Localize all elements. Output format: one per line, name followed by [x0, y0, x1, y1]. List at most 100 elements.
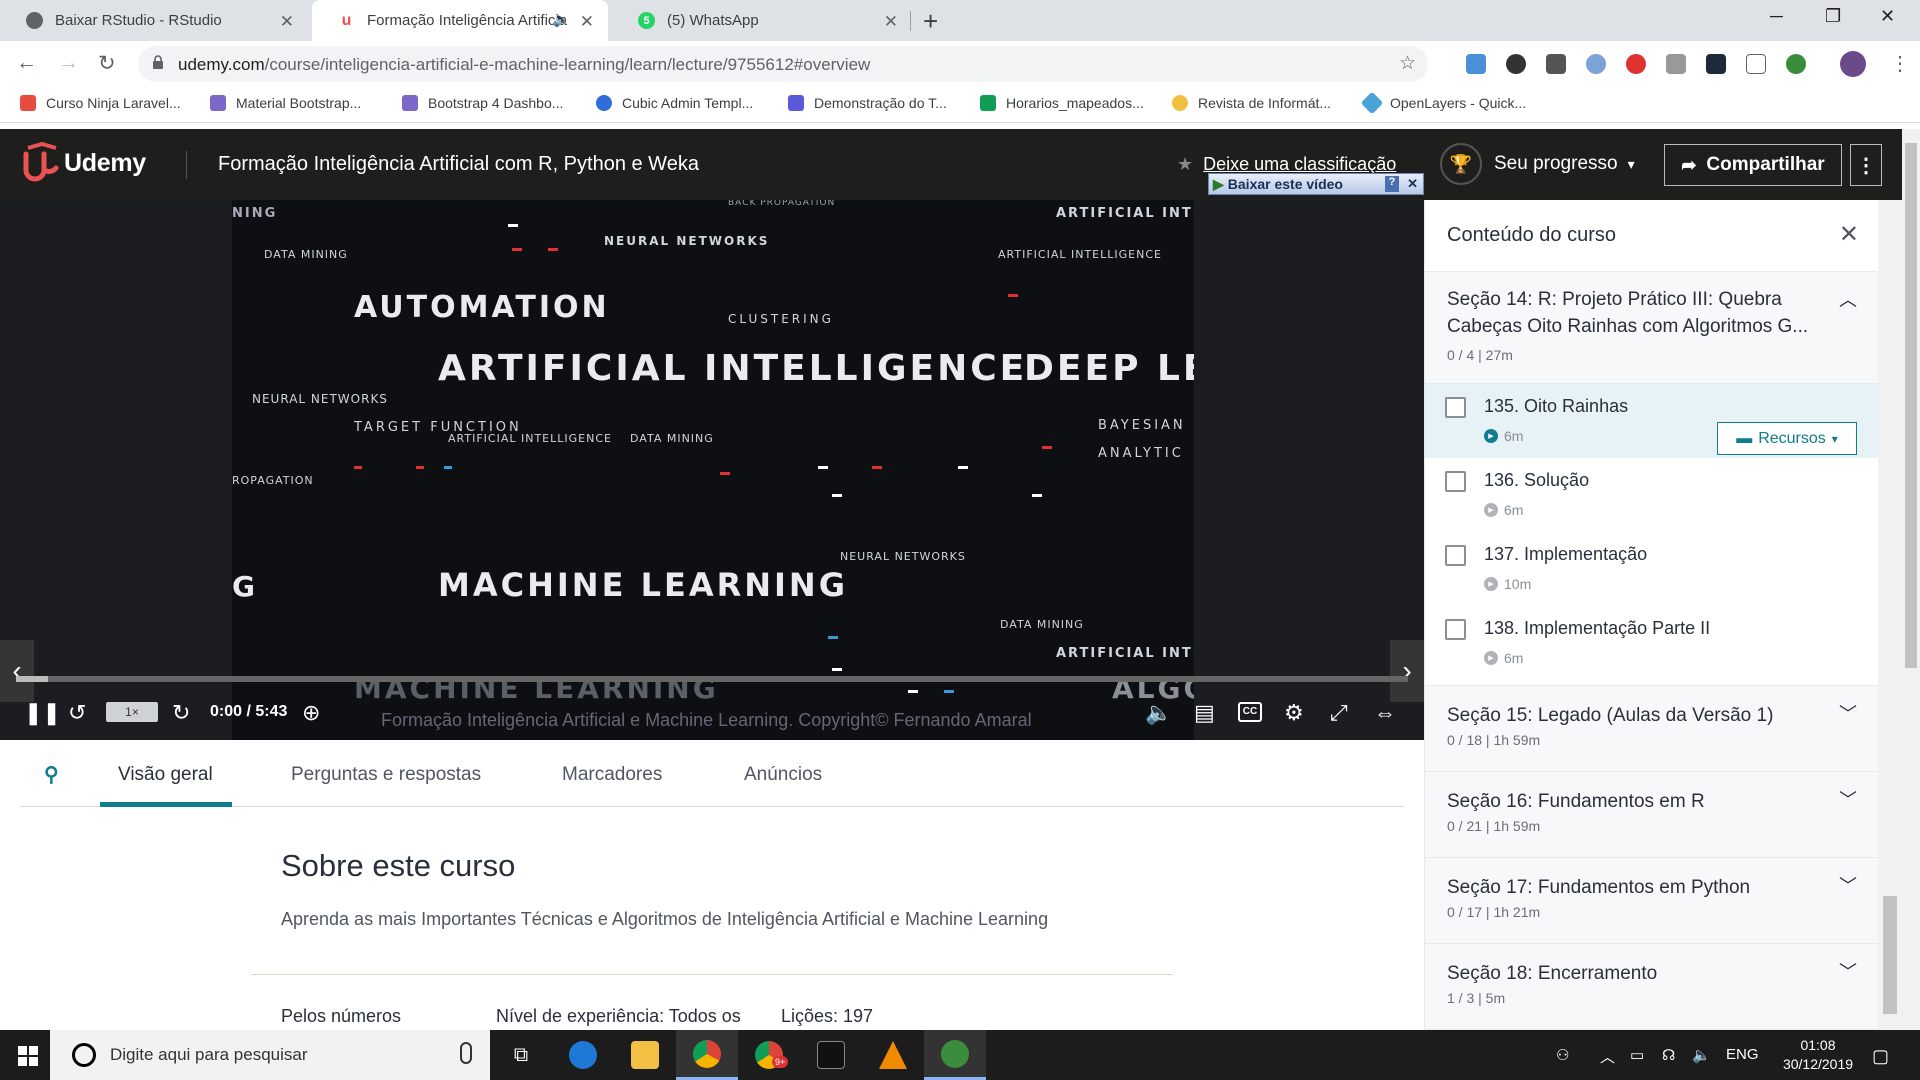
udemy-logo[interactable]: Udemy: [20, 142, 146, 184]
globe-app-icon[interactable]: [924, 1030, 986, 1080]
json-extension-icon[interactable]: [1746, 54, 1766, 74]
back-icon[interactable]: ←: [16, 51, 37, 75]
tab-rstudio[interactable]: Baixar RStudio - RStudio ✕: [0, 0, 308, 41]
chevron-down-icon[interactable]: ﹀: [1839, 786, 1857, 812]
volume-icon[interactable]: 🔈: [1145, 700, 1172, 726]
reload-icon[interactable]: ↻: [98, 51, 116, 76]
pause-icon[interactable]: ❚❚: [24, 700, 61, 726]
chrome-menu-icon[interactable]: ⋮: [1890, 51, 1910, 76]
tab-whatsapp[interactable]: 5 (5) WhatsApp ✕: [612, 0, 912, 41]
chevron-down-icon[interactable]: ﹀: [1839, 700, 1857, 726]
scrollbar-thumb[interactable]: [1883, 896, 1897, 1014]
minimize-icon[interactable]: ─: [1770, 6, 1783, 27]
lesson-item[interactable]: 135. Oito Rainhas ▶ 6m ▬ Recursos ▾: [1425, 384, 1878, 458]
more-options-icon[interactable]: ⋮: [1850, 144, 1882, 186]
task-view-icon[interactable]: ⧉: [490, 1030, 552, 1080]
bookmark-item[interactable]: Revista de Informát...: [1172, 95, 1331, 111]
extension-icon[interactable]: [1586, 54, 1606, 74]
video-player[interactable]: BACK PROPAGATION NING ARTIFICIAL INTELLI…: [0, 200, 1424, 740]
settings-gear-icon[interactable]: ⚙: [1284, 700, 1304, 726]
page-scrollbar[interactable]: [1902, 129, 1920, 1030]
network-icon[interactable]: ☊: [1662, 1046, 1675, 1064]
globe-extension-icon[interactable]: [1786, 54, 1806, 74]
terminal-icon[interactable]: [800, 1030, 862, 1080]
chevron-up-icon[interactable]: ︿: [1600, 1046, 1615, 1067]
section-15[interactable]: Seção 15: Legado (Aulas da Versão 1) 0 /…: [1425, 686, 1878, 772]
language-indicator[interactable]: ENG: [1726, 1046, 1759, 1063]
close-window-icon[interactable]: ✕: [1880, 6, 1895, 27]
lesson-checkbox[interactable]: [1445, 619, 1466, 640]
notifications-icon[interactable]: ▢: [1872, 1046, 1889, 1067]
facebook-extension-icon[interactable]: [1546, 54, 1566, 74]
help-icon[interactable]: ?: [1385, 176, 1399, 192]
tab-questions[interactable]: Perguntas e respostas: [291, 764, 481, 786]
people-icon[interactable]: ⚇: [1556, 1046, 1569, 1064]
chevron-down-icon[interactable]: ﹀: [1839, 958, 1857, 984]
microphone-icon[interactable]: [460, 1042, 472, 1064]
video-progress-bar[interactable]: [16, 676, 1408, 682]
forward-icon[interactable]: ↻: [172, 700, 190, 726]
taskbar-search[interactable]: Digite aqui para pesquisar: [50, 1030, 490, 1080]
tab-bookmarks[interactable]: Marcadores: [562, 764, 662, 786]
volume-icon[interactable]: 🔈: [1692, 1046, 1711, 1064]
react-extension-icon[interactable]: [1706, 54, 1726, 74]
profile-avatar[interactable]: [1840, 51, 1866, 77]
battery-icon[interactable]: ▭: [1630, 1046, 1644, 1064]
section-18[interactable]: Seção 18: Encerramento 1 / 3 | 5m ﹀: [1425, 944, 1878, 1030]
lesson-item[interactable]: 138. Implementação Parte II ▶ 6m: [1425, 606, 1878, 686]
playback-speed-button[interactable]: 1×: [106, 702, 158, 722]
fullscreen-icon[interactable]: ⤢: [1330, 700, 1348, 726]
bookmark-item[interactable]: Material Bootstrap...: [210, 95, 361, 111]
transcript-icon[interactable]: ▤: [1194, 700, 1215, 726]
section-16[interactable]: Seção 16: Fundamentos em R 0 / 21 | 1h 5…: [1425, 772, 1878, 858]
lesson-checkbox[interactable]: [1445, 545, 1466, 566]
lesson-checkbox[interactable]: [1445, 397, 1466, 418]
maximize-icon[interactable]: ❐: [1825, 6, 1841, 27]
extension-icon[interactable]: [1506, 54, 1526, 74]
vlc-icon[interactable]: [862, 1030, 924, 1080]
bookmark-item[interactable]: OpenLayers - Quick...: [1360, 91, 1526, 115]
windows-start-icon[interactable]: [18, 1046, 38, 1066]
rate-course-link[interactable]: ★ Deixe uma classificação: [1177, 154, 1396, 175]
download-extension-icon[interactable]: [1466, 54, 1486, 74]
close-tab-icon[interactable]: ✕: [280, 12, 294, 32]
close-tab-icon[interactable]: ✕: [884, 12, 898, 32]
section-17[interactable]: Seção 17: Fundamentos em Python 0 / 17 |…: [1425, 858, 1878, 944]
chrome-apps-icon[interactable]: 9+: [738, 1030, 800, 1080]
captions-icon[interactable]: CC: [1238, 702, 1262, 722]
expand-theater-icon[interactable]: ⇔: [1374, 700, 1396, 726]
opera-extension-icon[interactable]: [1626, 54, 1646, 74]
share-button[interactable]: ➦ Compartilhar: [1664, 144, 1842, 186]
address-bar[interactable]: udemy.com/course/inteligencia-artificial…: [138, 46, 1428, 82]
section-14[interactable]: Seção 14: R: Projeto Prático III: Quebra…: [1425, 272, 1878, 384]
add-bookmark-icon[interactable]: ⊕: [302, 700, 320, 726]
forward-icon[interactable]: →: [58, 51, 79, 75]
chevron-up-icon[interactable]: ︿: [1839, 286, 1857, 312]
sidebar-scrollbar[interactable]: [1878, 200, 1902, 1030]
camera-extension-icon[interactable]: [1666, 54, 1686, 74]
bookmark-star-icon[interactable]: ☆: [1399, 52, 1416, 75]
bookmark-item[interactable]: Demonstração do T...: [788, 95, 947, 111]
close-sidebar-icon[interactable]: ✕: [1839, 220, 1859, 249]
file-explorer-icon[interactable]: [614, 1030, 676, 1080]
bookmark-item[interactable]: Bootstrap 4 Dashbo...: [402, 95, 563, 111]
bookmark-item[interactable]: Horarios_mapeados...: [980, 95, 1144, 111]
tab-announcements[interactable]: Anúncios: [744, 764, 822, 786]
tab-overview[interactable]: Visão geral: [118, 764, 213, 786]
lesson-item[interactable]: 136. Solução ▶ 6m: [1425, 458, 1878, 532]
progress-dropdown[interactable]: 🏆 Seu progresso ▾: [1440, 143, 1635, 185]
close-icon[interactable]: ✕: [1407, 176, 1418, 192]
chevron-down-icon[interactable]: ﹀: [1839, 872, 1857, 898]
system-clock[interactable]: 01:08 30/12/2019: [1776, 1036, 1860, 1074]
tab-udemy[interactable]: u Formação Inteligência Artificial 🔈 ✕: [312, 0, 608, 41]
close-tab-icon[interactable]: ✕: [580, 12, 594, 32]
edge-icon[interactable]: [552, 1030, 614, 1080]
course-title[interactable]: Formação Inteligência Artificial com R, …: [218, 153, 699, 176]
bookmark-item[interactable]: Curso Ninja Laravel...: [20, 95, 181, 111]
new-tab-button[interactable]: +: [923, 6, 938, 37]
download-video-bar[interactable]: ▶ Baixar este vídeo ? ✕: [1208, 173, 1424, 195]
scrollbar-thumb[interactable]: [1905, 143, 1917, 668]
search-icon[interactable]: ⚲: [44, 762, 59, 787]
chrome-icon[interactable]: [676, 1030, 738, 1080]
bookmark-item[interactable]: Cubic Admin Templ...: [596, 95, 753, 111]
